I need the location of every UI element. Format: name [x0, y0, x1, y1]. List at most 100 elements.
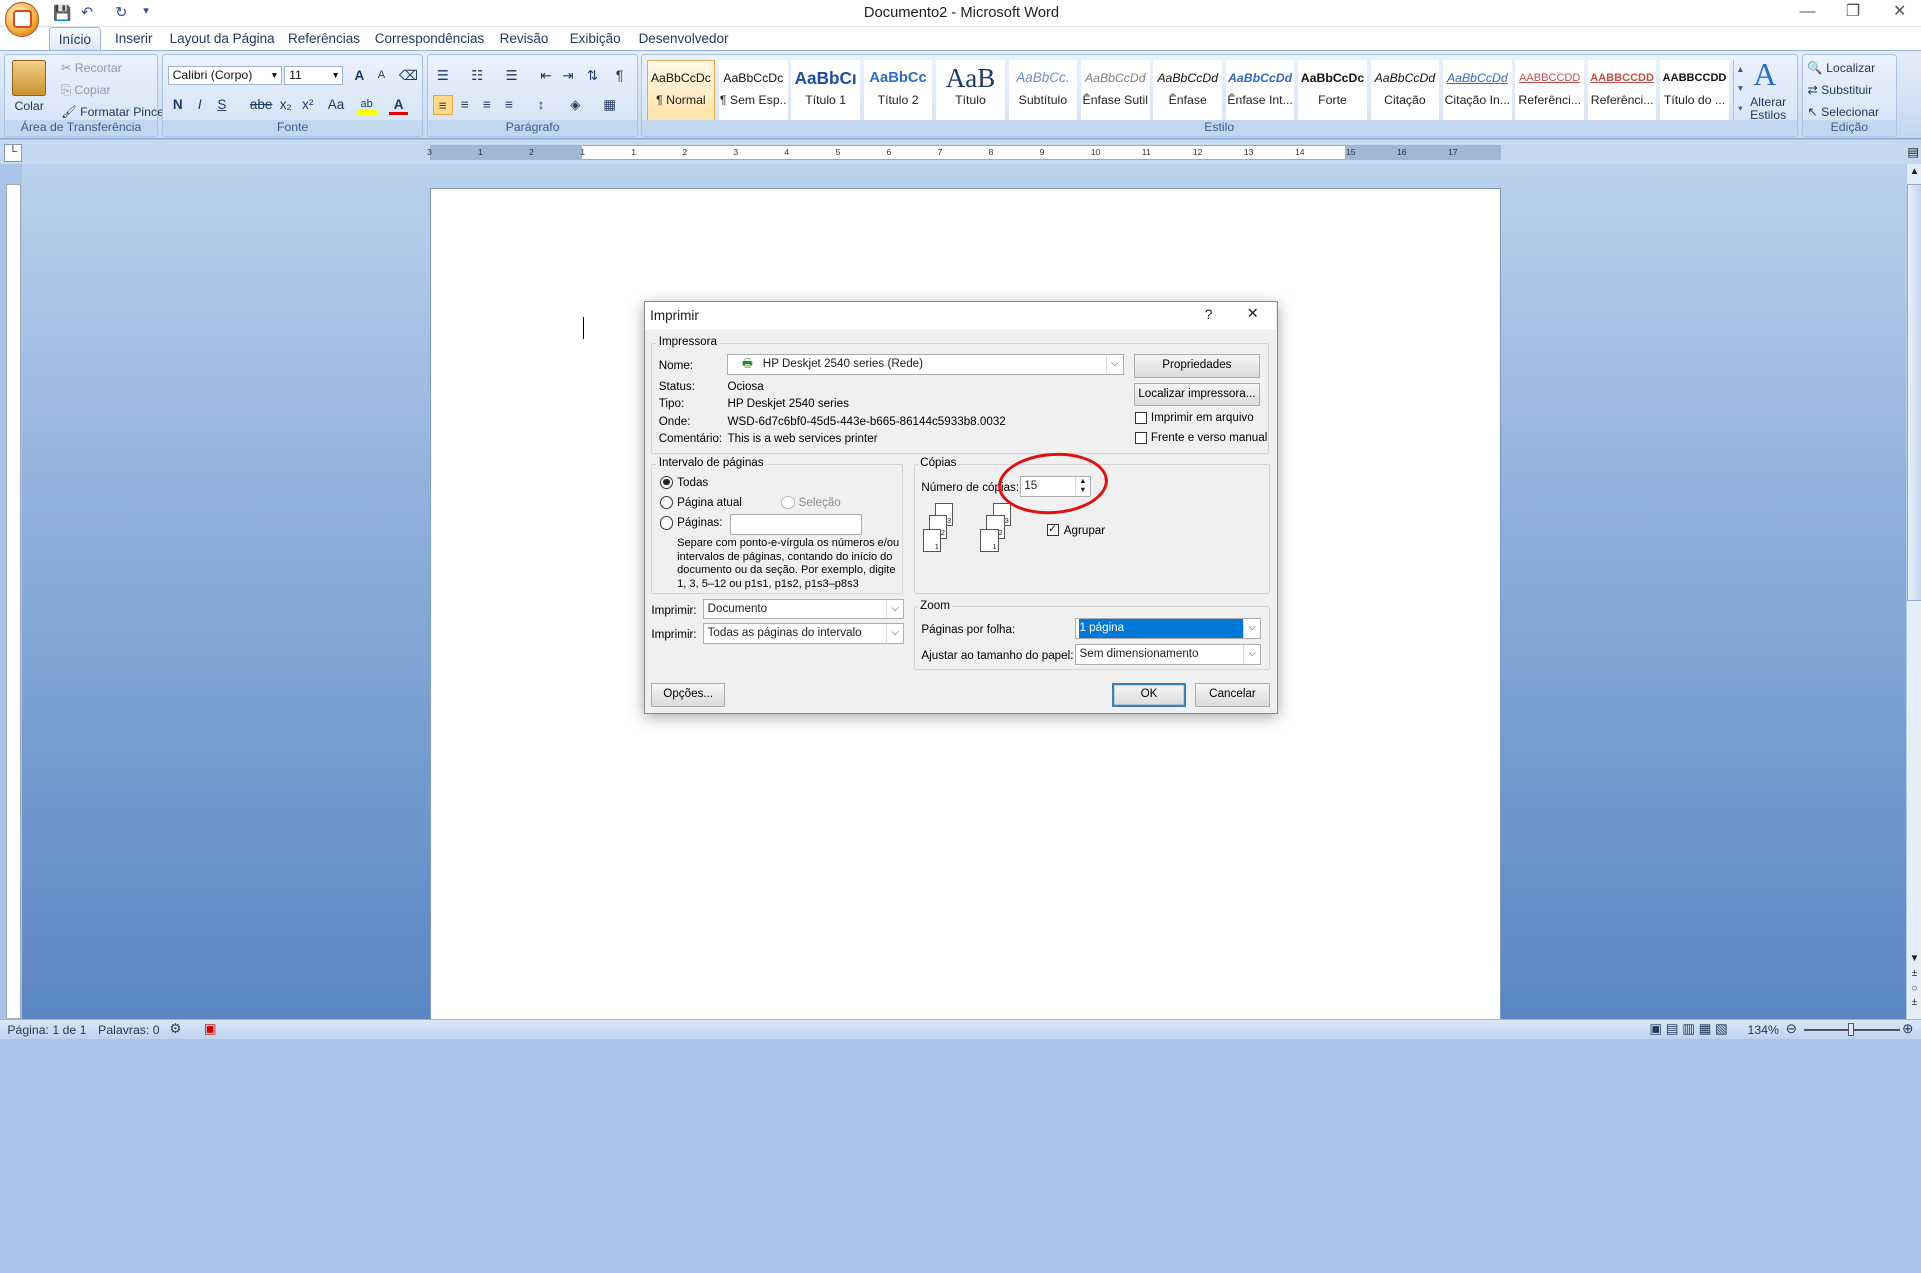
strike-button[interactable]: abe: [249, 95, 274, 115]
shrink-font-button[interactable]: A: [372, 66, 392, 86]
find-button[interactable]: 🔍 Localizar: [1807, 61, 1875, 75]
style-item[interactable]: AaBbCc. Subtítulo: [1008, 59, 1078, 122]
collate-checkbox[interactable]: ✓: [1046, 523, 1059, 537]
maximize-button[interactable]: ❐: [1831, 0, 1875, 25]
grow-font-button[interactable]: A: [350, 66, 370, 86]
tab-revisao[interactable]: Revisão: [496, 27, 552, 52]
printer-name-select[interactable]: 🖶 HP Deskjet 2540 series (Rede) ⌵: [727, 354, 1124, 376]
superscript-button[interactable]: x²: [298, 95, 318, 115]
pilcrow-icon[interactable]: ¶: [610, 66, 630, 86]
tab-selector-icon[interactable]: └: [3, 143, 23, 162]
cut-button[interactable]: ✂ Recortar: [61, 61, 122, 75]
range-selection-radio[interactable]: [781, 495, 795, 510]
style-item[interactable]: AABBCCDD Referênci...: [1587, 59, 1657, 122]
style-item[interactable]: AaBbCcDd Ênfase Sutil: [1080, 59, 1150, 122]
bold-button[interactable]: N: [168, 95, 188, 115]
options-button[interactable]: Opções...: [651, 683, 726, 707]
proofing-icon[interactable]: ⚙: [169, 1021, 181, 1037]
zoom-slider-thumb[interactable]: [1848, 1023, 1855, 1036]
sort-icon[interactable]: ⇅: [583, 66, 603, 86]
find-printer-button[interactable]: Localizar impressora...: [1133, 382, 1261, 406]
format-painter-button[interactable]: 🖌 Formatar Pincel: [61, 105, 167, 119]
horizontal-ruler[interactable]: [429, 144, 1501, 160]
scale-select[interactable]: Sem dimensionamento ⌵: [1074, 644, 1262, 665]
tab-layout[interactable]: Layout da Página: [169, 27, 275, 52]
customize-qat-icon[interactable]: ▾: [135, 4, 157, 24]
change-styles-button[interactable]: Alterar Estilos: [1741, 96, 1795, 121]
select-button[interactable]: ↖ Selecionar: [1807, 105, 1879, 119]
tab-exibicao[interactable]: Exibição: [565, 27, 626, 52]
minimize-button[interactable]: —: [1786, 0, 1830, 25]
pages-per-sheet-select[interactable]: 1 página ⌵: [1074, 618, 1262, 640]
change-styles-icon[interactable]: A: [1753, 57, 1776, 93]
font-size-combo[interactable]: 11 ▼: [284, 65, 344, 86]
style-item[interactable]: AaBbCcDd Ênfase: [1153, 59, 1223, 122]
line-spacing-icon[interactable]: ↕: [531, 95, 551, 115]
style-item[interactable]: AaBbCc Título 2: [863, 59, 933, 122]
zoom-out-icon[interactable]: ⊖: [1786, 1021, 1797, 1037]
close-window-button[interactable]: ✕: [1878, 0, 1921, 25]
status-words[interactable]: Palavras: 0: [98, 1023, 159, 1037]
change-case-button[interactable]: Aa: [323, 95, 350, 115]
style-item[interactable]: AaBbCcDd Citação: [1370, 59, 1440, 122]
justify-icon[interactable]: ≡: [499, 95, 519, 115]
style-item[interactable]: AaBbCcDc ¶ Normal: [646, 59, 716, 122]
print-to-file-checkbox[interactable]: [1134, 412, 1148, 425]
multilevel-icon[interactable]: ☰: [502, 66, 522, 86]
style-item[interactable]: AABBCCDD Referênci...: [1515, 59, 1585, 122]
increase-indent-icon[interactable]: ⇥: [558, 66, 578, 86]
font-family-combo[interactable]: Calibri (Corpo) ▼: [167, 65, 283, 86]
scrollbar-thumb[interactable]: [1907, 184, 1921, 602]
style-item[interactable]: AaB Título: [936, 59, 1005, 122]
align-left-icon[interactable]: ≡: [432, 95, 453, 115]
view-buttons-icon[interactable]: ▣▤▥▦▧: [1649, 1021, 1731, 1037]
shading-icon[interactable]: ◈: [566, 95, 586, 115]
copy-button[interactable]: ⎘ Copiar: [61, 83, 110, 98]
tab-inicio[interactable]: Início: [49, 26, 101, 52]
manual-duplex-checkbox[interactable]: [1134, 431, 1148, 444]
zoom-level[interactable]: 134%: [1748, 1023, 1779, 1037]
subscript-button[interactable]: x₂: [276, 95, 296, 115]
dialog-close-button[interactable]: ✕: [1247, 305, 1259, 322]
borders-icon[interactable]: ▦: [600, 95, 620, 115]
macro-record-icon[interactable]: ▣: [204, 1021, 217, 1037]
align-right-icon[interactable]: ≡: [477, 95, 497, 115]
save-icon[interactable]: 💾: [52, 4, 74, 24]
properties-button[interactable]: Propriedades: [1133, 354, 1261, 378]
tab-desenvolvedor[interactable]: Desenvolvedor: [636, 27, 732, 52]
clear-format-icon[interactable]: ⌫: [399, 66, 419, 86]
align-center-icon[interactable]: ≡: [455, 95, 475, 115]
highlight-button[interactable]: ab: [356, 95, 377, 115]
undo-icon[interactable]: ↶: [76, 4, 98, 24]
print-select[interactable]: Todas as páginas do intervalo ⌵: [702, 623, 905, 645]
office-button[interactable]: [4, 2, 40, 37]
font-color-button[interactable]: A: [388, 95, 409, 115]
paste-icon[interactable]: [12, 59, 47, 97]
style-item[interactable]: AaBbCcDd Citação In...: [1442, 59, 1512, 122]
view-ruler-icon[interactable]: ▤: [1905, 145, 1921, 162]
tab-correspondencias[interactable]: Correspondências: [373, 27, 486, 52]
status-page[interactable]: Página: 1 de 1: [7, 1023, 86, 1037]
vertical-ruler[interactable]: [6, 184, 21, 1019]
zoom-in-icon[interactable]: ⊕: [1902, 1021, 1913, 1037]
print-what-select[interactable]: Documento ⌵: [702, 598, 905, 620]
style-item[interactable]: AaBbCı Título 1: [791, 59, 861, 122]
cancel-button[interactable]: Cancelar: [1195, 683, 1270, 707]
browse-object-icon[interactable]: ▼ ± ○ ±: [1907, 952, 1921, 1013]
tab-referencias[interactable]: Referências: [285, 27, 364, 52]
underline-button[interactable]: S: [212, 95, 232, 115]
paste-button[interactable]: Colar: [14, 99, 43, 113]
decrease-indent-icon[interactable]: ⇤: [536, 66, 556, 86]
style-item[interactable]: AABBCCDD Título do ...: [1660, 59, 1729, 122]
bullets-icon[interactable]: ☰: [433, 66, 453, 86]
ok-button[interactable]: OK: [1111, 683, 1187, 707]
replace-button[interactable]: ⇄ Substituir: [1807, 83, 1872, 97]
style-item[interactable]: AaBbCcDd Ênfase Int...: [1225, 59, 1295, 122]
help-button[interactable]: ?: [1205, 307, 1213, 322]
redo-icon[interactable]: ↻: [110, 4, 132, 24]
style-item[interactable]: AaBbCcDc ¶ Sem Esp...: [718, 59, 788, 122]
numbering-icon[interactable]: ☷: [467, 66, 487, 86]
style-item[interactable]: AaBbCcDc Forte: [1298, 59, 1367, 122]
tab-inserir[interactable]: Inserir: [108, 27, 160, 52]
scroll-up-icon[interactable]: ▲: [1907, 166, 1921, 181]
